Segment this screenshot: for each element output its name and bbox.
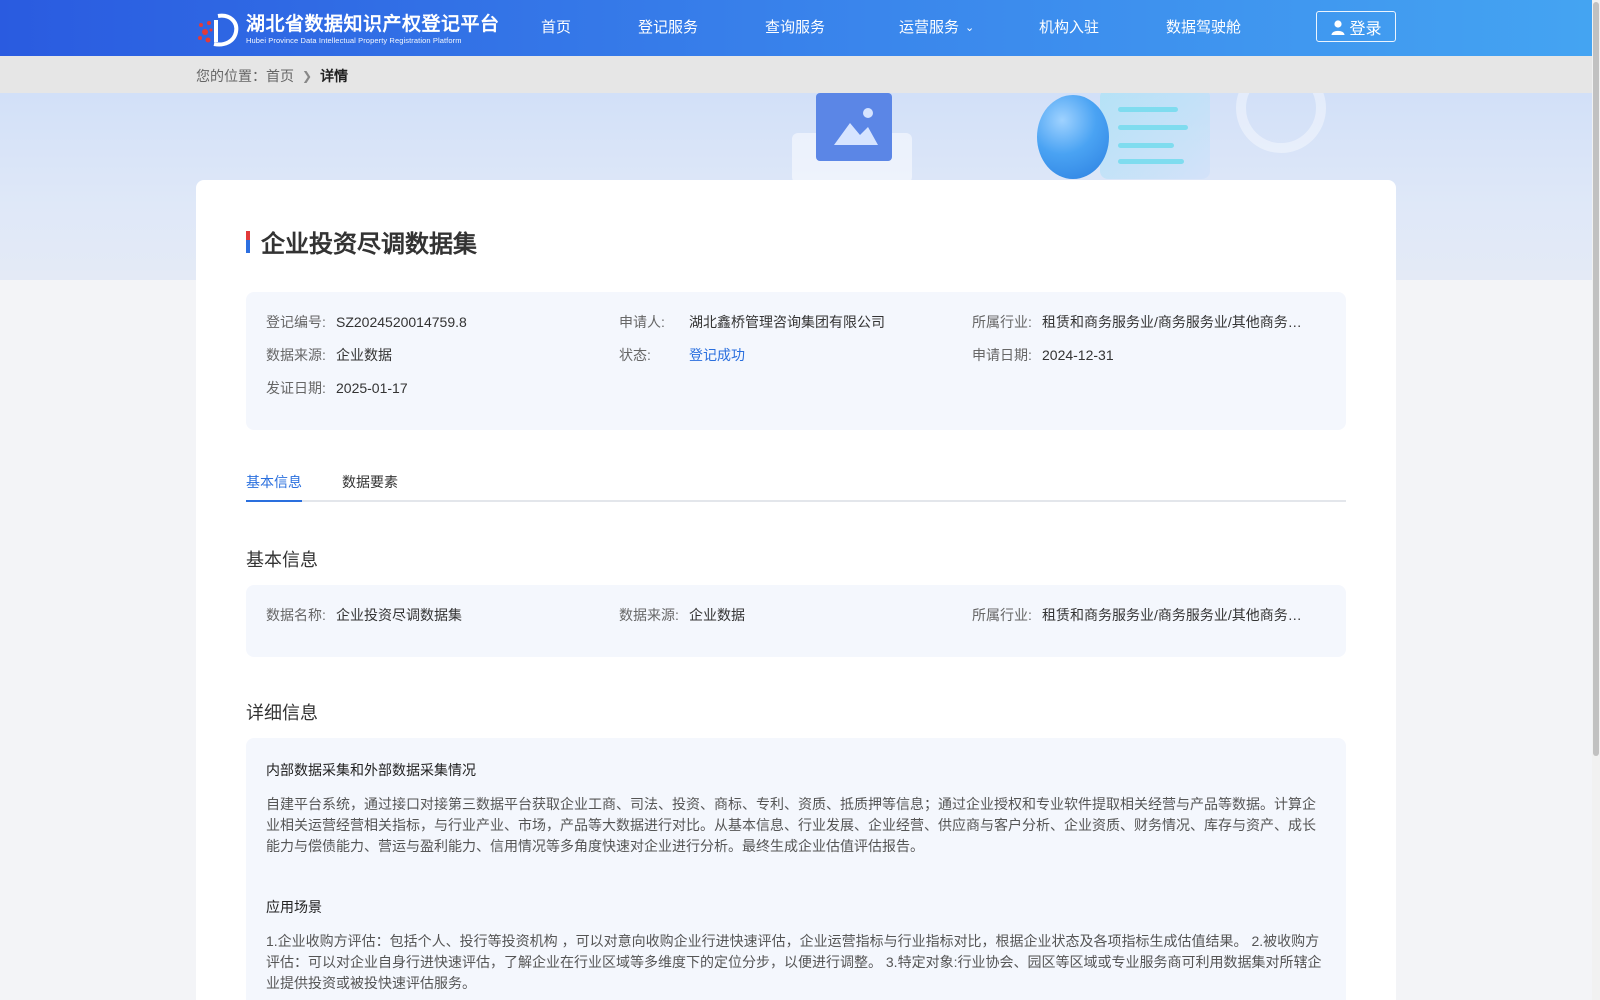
applicant-value: 湖北鑫桥管理咨询集团有限公司: [689, 314, 885, 330]
collection-text: 自建平台系统，通过接口对接第三数据平台获取企业工商、司法、投资、商标、专利、资质…: [266, 796, 1316, 854]
breadcrumb-bar: 您的位置： 首页 ❯ 详情: [0, 56, 1592, 93]
apply-date-field: 申请日期: 2024-12-31: [972, 345, 1114, 365]
basic-info-heading: 基本信息: [246, 550, 318, 570]
image-icon: [816, 93, 892, 161]
collection-heading: 内部数据采集和外部数据采集情况: [266, 762, 476, 778]
chevron-right-icon: ❯: [302, 69, 313, 83]
industry-field: 所属行业: 租赁和商务服务业/商务服务业/其他商务…: [972, 312, 1302, 332]
nav-data-cockpit[interactable]: 数据驾驶舱: [1166, 18, 1241, 38]
breadcrumb-home-link[interactable]: 首页: [266, 66, 294, 86]
banner-ring: [1236, 93, 1326, 153]
data-name-value: 企业投资尽调数据集: [336, 607, 462, 623]
applicant-label: 申请人:: [619, 314, 665, 330]
login-label: 登录: [1349, 20, 1382, 38]
status-label: 状态:: [619, 347, 651, 363]
basic-data-source-field: 数据来源: 企业数据: [619, 605, 745, 625]
reg-number-label: 登记编号:: [266, 314, 326, 330]
data-source-label: 数据来源:: [266, 347, 326, 363]
tab-data-elements[interactable]: 数据要素: [342, 472, 398, 500]
basic-industry-label: 所属行业:: [972, 607, 1032, 623]
status-field: 状态: 登记成功: [619, 345, 745, 365]
login-button[interactable]: 登录: [1316, 11, 1396, 42]
data-name-label: 数据名称:: [266, 607, 326, 623]
banner-sphere: [1037, 95, 1109, 179]
nav-operation-service[interactable]: 运营服务 ⌄: [899, 18, 974, 38]
user-icon: [1331, 19, 1345, 35]
logo-emblem-icon: [196, 12, 242, 48]
chevron-down-icon: ⌄: [965, 22, 975, 34]
applicant-field: 申请人: 湖北鑫桥管理咨询集团有限公司: [619, 312, 885, 332]
reg-number-value: SZ2024520014759.8: [336, 314, 467, 330]
page-scrollbar[interactable]: [1592, 0, 1600, 1000]
detail-tabs: 基本信息 数据要素: [246, 466, 1346, 502]
scrollbar-thumb[interactable]: [1593, 2, 1599, 756]
cert-date-label: 发证日期:: [266, 380, 326, 396]
scenario-heading: 应用场景: [266, 899, 322, 915]
detail-info-heading: 详细信息: [246, 703, 318, 723]
breadcrumb-prefix: 您的位置：: [196, 68, 266, 84]
basic-info-panel: 数据名称: 企业投资尽调数据集 数据来源: 企业数据 所属行业: 租赁和商务服务业/商…: [246, 585, 1346, 657]
apply-date-label: 申请日期:: [972, 347, 1032, 363]
top-header: 湖北省数据知识产权登记平台 Hubei Province Data Intell…: [0, 0, 1592, 56]
nav-registration-service[interactable]: 登记服务: [638, 18, 698, 38]
breadcrumb: 您的位置： 首页 ❯ 详情: [196, 66, 348, 86]
data-name-field: 数据名称: 企业投资尽调数据集: [266, 605, 462, 625]
logo-title: 湖北省数据知识产权登记平台: [246, 14, 500, 35]
tab-basic-info[interactable]: 基本信息: [246, 472, 302, 502]
breadcrumb-current: 详情: [320, 68, 349, 84]
basic-data-source-label: 数据来源:: [619, 607, 679, 623]
reg-number-field: 登记编号: SZ2024520014759.8: [266, 312, 467, 332]
title-accent-bar: [246, 230, 250, 253]
data-source-value: 企业数据: [336, 347, 392, 363]
detail-card: 企业投资尽调数据集 登记编号: SZ2024520014759.8 申请人: 湖北鑫…: [196, 180, 1396, 1000]
page-title: 企业投资尽调数据集: [261, 231, 477, 258]
nav-home[interactable]: 首页: [541, 18, 571, 38]
industry-label: 所属行业:: [972, 314, 1032, 330]
industry-value: 租赁和商务服务业/商务服务业/其他商务…: [1042, 314, 1302, 330]
status-badge: 登记成功: [689, 347, 745, 363]
detail-info-panel: 内部数据采集和外部数据采集情况 自建平台系统，通过接口对接第三数据平台获取企业工…: [246, 738, 1346, 1000]
scenario-text: 1.企业收购方评估：包括个人、投行等投资机构 ，可以对意向收购企业行进快速评估，…: [266, 933, 1322, 991]
apply-date-value: 2024-12-31: [1042, 347, 1114, 363]
summary-panel: 登记编号: SZ2024520014759.8 申请人: 湖北鑫桥管理咨询集团有限公…: [246, 292, 1346, 430]
title-row: 企业投资尽调数据集: [246, 224, 477, 259]
platform-logo[interactable]: 湖北省数据知识产权登记平台 Hubei Province Data Intell…: [196, 12, 500, 48]
nav-institution-join[interactable]: 机构入驻: [1039, 18, 1099, 38]
nav-query-service[interactable]: 查询服务: [765, 18, 825, 38]
banner-decoration-panel: [1100, 93, 1210, 179]
basic-industry-field: 所属行业: 租赁和商务服务业/商务服务业/其他商务…: [972, 605, 1302, 625]
data-source-field: 数据来源: 企业数据: [266, 345, 392, 365]
cert-date-value: 2025-01-17: [336, 380, 408, 396]
cert-date-field: 发证日期: 2025-01-17: [266, 378, 408, 398]
basic-industry-value: 租赁和商务服务业/商务服务业/其他商务…: [1042, 607, 1302, 623]
logo-subtitle: Hubei Province Data Intellectual Propert…: [246, 36, 462, 45]
basic-data-source-value: 企业数据: [689, 607, 745, 623]
nav-operation-service-label: 运营服务: [899, 19, 960, 36]
